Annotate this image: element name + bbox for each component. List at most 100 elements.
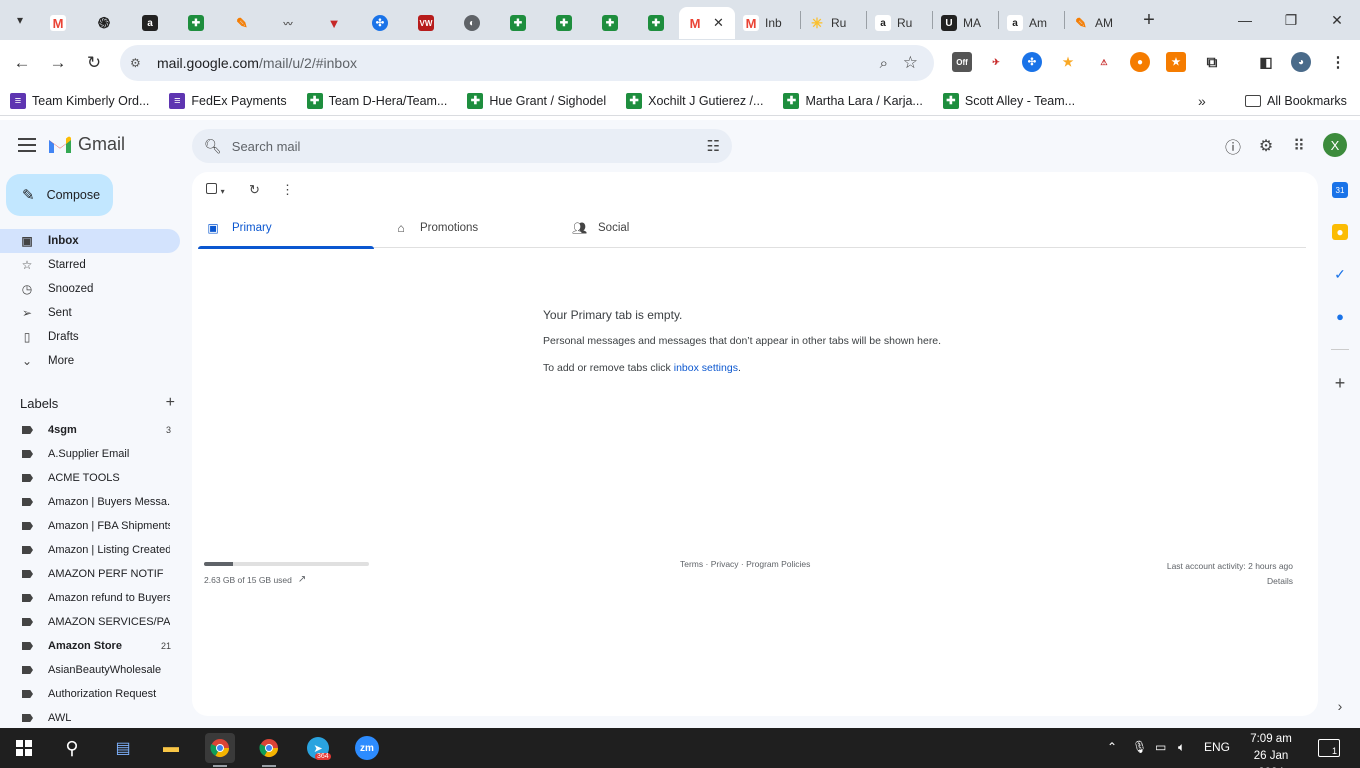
minimize-button[interactable]: — <box>1222 0 1268 40</box>
bookmark-star-icon[interactable]: ☆ <box>903 53 918 73</box>
main-menu-icon[interactable] <box>18 138 36 152</box>
browser-tab[interactable]: a Ru <box>867 7 932 39</box>
browser-tab[interactable]: ✎ AM <box>1065 7 1130 39</box>
browser-tab[interactable]: a <box>127 7 173 39</box>
tab-promotions[interactable]: ⌂ Promotions <box>374 208 564 248</box>
nav-snoozed[interactable]: ◷ Snoozed <box>0 277 180 301</box>
inbox-settings-link[interactable]: inbox settings <box>674 362 738 374</box>
nav-starred[interactable]: ☆ Starred <box>0 253 180 277</box>
search-icon[interactable]: ⚲ <box>57 733 87 763</box>
extension-icon[interactable]: ★ <box>1166 52 1186 72</box>
task-view-icon[interactable]: ▤ <box>108 733 138 763</box>
browser-tab[interactable]: ✚ <box>541 7 587 39</box>
browser-tab[interactable]: ✚ <box>495 7 541 39</box>
forward-button[interactable]: → <box>40 45 76 81</box>
label-item[interactable]: Authorization Request <box>0 682 180 706</box>
compose-button[interactable]: ✎ Compose <box>6 174 113 216</box>
browser-tab[interactable]: ✚ <box>173 7 219 39</box>
label-item[interactable]: AWL <box>0 706 180 730</box>
volume-icon[interactable]: 🔈︎ <box>1178 740 1185 755</box>
extension-icon[interactable]: ★ <box>1058 52 1078 72</box>
browser-tab[interactable]: U MA <box>933 7 998 39</box>
open-external-icon[interactable]: ↗ <box>298 574 306 585</box>
file-explorer-icon[interactable]: ▬ <box>156 733 186 763</box>
label-item[interactable]: A.Supplier Email <box>0 442 180 466</box>
extension-off-icon[interactable]: Off <box>952 52 972 72</box>
browser-tab[interactable]: ✚ <box>633 7 679 39</box>
browser-tab[interactable]: ✚ <box>587 7 633 39</box>
microphone-icon[interactable]: 🎙︎ <box>1132 740 1147 754</box>
zoom-app-icon[interactable]: zm <box>352 733 382 763</box>
windows-start-icon[interactable] <box>9 733 39 763</box>
label-item[interactable]: 4sgm 3 <box>0 418 180 442</box>
browser-tab-active[interactable]: M ✕ <box>679 7 735 39</box>
help-icon[interactable]: ⓘ <box>1223 136 1243 157</box>
bookmark-item[interactable]: ✚ Martha Lara / Karja... <box>783 92 923 109</box>
bookmark-item[interactable]: ✚ Team D-Hera/Team... <box>306 92 447 109</box>
chevron-right-icon[interactable]: › <box>1332 698 1348 714</box>
label-item[interactable]: Amazon | Buyers Messa... <box>0 490 180 514</box>
label-item[interactable]: AsianBeautyWholesale <box>0 658 180 682</box>
gmail-logo[interactable]: Gmail <box>48 134 125 155</box>
browser-tab[interactable]: a Am <box>999 7 1064 39</box>
system-clock[interactable]: 7:09 am 26 Jan 2024 <box>1240 731 1302 768</box>
get-addons-icon[interactable]: + <box>1332 373 1348 393</box>
notifications-icon[interactable]: 1 <box>1318 739 1340 757</box>
bookmark-item[interactable]: ✚ Scott Alley - Team... <box>942 92 1075 109</box>
address-bar[interactable]: ⚙ mail.google.com/mail/u/2/#inbox ⌕ ☆ <box>120 45 934 81</box>
tab-primary[interactable]: ▣ Primary <box>198 208 374 249</box>
label-item[interactable]: AMAZON PERF NOTIF <box>0 562 180 586</box>
label-item[interactable]: Amazon Store 21 <box>0 634 180 658</box>
contacts-icon[interactable]: ● <box>1332 308 1348 324</box>
nav-more[interactable]: ⌄ More <box>0 349 180 373</box>
bookmark-item[interactable]: ≡ Team Kimberly Ord... <box>10 92 149 109</box>
browser-tab[interactable]: ✳ Ru <box>801 7 866 39</box>
extension-compass-icon[interactable]: ✣ <box>1022 52 1042 72</box>
chrome-icon[interactable] <box>205 733 235 763</box>
nav-inbox[interactable]: ▣ Inbox <box>0 229 180 253</box>
extension-icon[interactable]: ● <box>1130 52 1150 72</box>
browser-tab[interactable]: ▼ <box>311 7 357 39</box>
language-indicator[interactable]: ENG <box>1204 740 1230 754</box>
label-item[interactable]: AMAZON SERVICES/PAY... <box>0 610 180 634</box>
keep-icon[interactable]: ● <box>1332 224 1348 240</box>
extension-alert-icon[interactable]: ⚠ <box>1094 52 1114 72</box>
bookmark-item[interactable]: ✚ Xochilt J Gutierez /... <box>626 92 763 109</box>
bookmark-item[interactable]: ≡ FedEx Payments <box>169 92 287 109</box>
browser-tab[interactable]: ◐ <box>449 7 495 39</box>
browser-tab[interactable]: 〰 <box>265 7 311 39</box>
telegram-icon[interactable]: ➤ 364 <box>303 733 333 763</box>
restore-button[interactable]: ❐ <box>1268 0 1314 40</box>
search-options-icon[interactable]: ☷ <box>707 137 720 155</box>
reload-button[interactable]: ↻ <box>76 45 112 81</box>
browser-tab[interactable]: VW <box>403 7 449 39</box>
browser-tab[interactable]: M Inb <box>735 7 800 39</box>
label-item[interactable]: Amazon | Listing Created <box>0 538 180 562</box>
side-panel-icon[interactable]: ◧ <box>1256 52 1276 72</box>
refresh-icon[interactable]: ↻ <box>249 182 260 198</box>
label-item[interactable]: ACME TOOLS <box>0 466 180 490</box>
bookmark-item[interactable]: ✚ Hue Grant / Sighodel <box>467 92 606 109</box>
settings-gear-icon[interactable]: ⚙ <box>1256 136 1276 156</box>
chrome-profile-icon[interactable] <box>254 733 284 763</box>
calendar-icon[interactable]: 31 <box>1332 182 1348 198</box>
close-window-button[interactable]: ✕ <box>1314 0 1360 40</box>
tray-overflow-icon[interactable]: ⌃ <box>1107 740 1117 754</box>
profile-avatar-icon[interactable]: ◕ <box>1291 52 1311 72</box>
search-icon[interactable]: 🔍︎ <box>204 138 222 155</box>
nav-sent[interactable]: ➢ Sent <box>0 301 180 325</box>
add-label-icon[interactable]: + <box>166 394 175 412</box>
back-button[interactable]: ← <box>4 45 40 81</box>
browser-tab[interactable]: M <box>35 7 81 39</box>
close-tab-icon[interactable]: ✕ <box>713 15 724 31</box>
apps-grid-icon[interactable]: ⠿ <box>1289 136 1309 156</box>
site-info-icon[interactable]: ⚙ <box>130 56 144 70</box>
browser-tab[interactable]: ✣ <box>357 7 403 39</box>
network-icon[interactable]: ▭ <box>1155 740 1166 754</box>
url-text[interactable]: mail.google.com/mail/u/2/#inbox <box>157 55 357 71</box>
all-bookmarks-button[interactable]: All Bookmarks <box>1245 94 1347 108</box>
footer-policies[interactable]: Terms · Privacy · Program Policies <box>680 559 810 569</box>
extension-icon[interactable]: ✈ <box>986 52 1006 72</box>
zoom-icon[interactable]: ⌕ <box>880 55 888 72</box>
label-item[interactable]: Amazon refund to Buyers <box>0 586 180 610</box>
